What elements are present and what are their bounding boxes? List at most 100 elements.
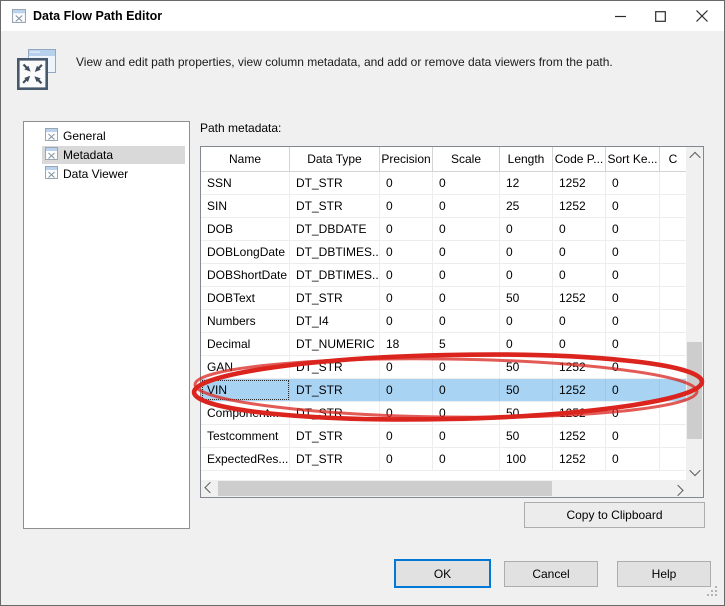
cell: 0 (380, 241, 433, 263)
cell: 0 (500, 310, 553, 332)
cell (660, 172, 686, 194)
column-header-name[interactable]: Name (201, 147, 290, 171)
cell: DT_NUMERIC (290, 333, 380, 355)
cell (660, 379, 686, 401)
cell: GAN (201, 356, 290, 378)
table-row[interactable]: SINDT_STR002512520 (201, 195, 686, 218)
column-header-data-type[interactable]: Data Type (290, 147, 380, 171)
copy-to-clipboard-button[interactable]: Copy to Clipboard (524, 502, 705, 528)
dialog-description: View and edit path properties, view colu… (76, 55, 706, 69)
metadata-grid: NameData TypePrecisionScaleLengthCode P.… (200, 146, 704, 498)
cell: DT_STR (290, 287, 380, 309)
scroll-up-icon[interactable] (686, 147, 703, 164)
cell (660, 310, 686, 332)
table-row[interactable]: DOBTextDT_STR005012520 (201, 287, 686, 310)
column-header-sort-ke[interactable]: Sort Ke... (606, 147, 660, 171)
cell (660, 448, 686, 470)
column-header-precision[interactable]: Precision (380, 147, 433, 171)
cell: DT_STR (290, 379, 380, 401)
cell (660, 356, 686, 378)
path-editor-icon (12, 9, 26, 26)
cell: Component... (201, 402, 290, 424)
cell: 0 (606, 218, 660, 240)
vertical-scrollbar[interactable] (686, 147, 703, 480)
table-row[interactable]: TestcommentDT_STR005012520 (201, 425, 686, 448)
table-row[interactable]: Component...DT_STR005012520 (201, 402, 686, 425)
resize-grip[interactable] (706, 585, 718, 600)
help-button[interactable]: Help (617, 561, 711, 587)
cell: DT_STR (290, 448, 380, 470)
cell: 0 (380, 218, 433, 240)
path-editor-large-icon (15, 47, 59, 96)
cell (660, 264, 686, 286)
cell: 0 (606, 310, 660, 332)
cell: 0 (606, 356, 660, 378)
cell: DT_DBTIMES... (290, 241, 380, 263)
cell: 50 (500, 287, 553, 309)
cell: DOBLongDate (201, 241, 290, 263)
cell: 0 (433, 172, 500, 194)
scroll-left-icon[interactable] (201, 480, 218, 497)
cell: DT_DBDATE (290, 218, 380, 240)
cell: 0 (500, 333, 553, 355)
sidebar-item-data-viewer[interactable]: Data Viewer (42, 165, 185, 183)
column-header-scale[interactable]: Scale (433, 147, 500, 171)
cell: DOBShortDate (201, 264, 290, 286)
cell: 0 (606, 287, 660, 309)
ok-button[interactable]: OK (394, 559, 491, 588)
cell: 0 (500, 264, 553, 286)
table-row[interactable]: DecimalDT_NUMERIC185000 (201, 333, 686, 356)
cell (660, 241, 686, 263)
cell: 0 (433, 402, 500, 424)
maximize-icon[interactable] (640, 1, 680, 31)
table-row[interactable]: DOBDT_DBDATE00000 (201, 218, 686, 241)
table-row[interactable]: VINDT_STR005012520 (201, 379, 686, 402)
horizontal-scrollbar[interactable] (201, 480, 686, 497)
cell: 1252 (553, 287, 606, 309)
window-title: Data Flow Path Editor (33, 1, 162, 31)
column-header-length[interactable]: Length (500, 147, 553, 171)
cell: 0 (606, 172, 660, 194)
cell: 0 (380, 402, 433, 424)
cell: 1252 (553, 195, 606, 217)
table-row[interactable]: SSNDT_STR001212520 (201, 172, 686, 195)
cell: 0 (606, 379, 660, 401)
cell: 0 (433, 310, 500, 332)
cell: 0 (433, 195, 500, 217)
table-row[interactable]: NumbersDT_I400000 (201, 310, 686, 333)
sidebar-item-metadata[interactable]: Metadata (42, 146, 185, 164)
horizontal-scrollbar-thumb[interactable] (218, 481, 552, 496)
cell: 0 (380, 356, 433, 378)
cell: 0 (433, 264, 500, 286)
cell: 1252 (553, 425, 606, 447)
table-row[interactable]: DOBLongDateDT_DBTIMES...00000 (201, 241, 686, 264)
cell: 5 (433, 333, 500, 355)
cell: DT_STR (290, 402, 380, 424)
table-row[interactable]: DOBShortDateDT_DBTIMES...00000 (201, 264, 686, 287)
cell: VIN (201, 379, 290, 401)
cell: 0 (433, 448, 500, 470)
cell: 0 (606, 264, 660, 286)
cell: 0 (606, 241, 660, 263)
title-bar: Data Flow Path Editor (1, 1, 724, 31)
cell: 1252 (553, 172, 606, 194)
minimize-icon[interactable] (600, 1, 640, 31)
cell: ExpectedRes... (201, 448, 290, 470)
cell: 1252 (553, 448, 606, 470)
cancel-button[interactable]: Cancel (504, 561, 598, 587)
cell: 0 (553, 333, 606, 355)
cell: 50 (500, 402, 553, 424)
table-row[interactable]: GANDT_STR005012520 (201, 356, 686, 379)
cell: 0 (433, 218, 500, 240)
cell: 100 (500, 448, 553, 470)
column-header-code-p[interactable]: Code P... (553, 147, 606, 171)
column-header-c[interactable]: C (660, 147, 686, 171)
vertical-scrollbar-thumb[interactable] (687, 342, 702, 439)
close-icon[interactable] (682, 1, 722, 31)
scroll-right-icon[interactable] (669, 480, 686, 497)
table-row[interactable]: ExpectedRes...DT_STR0010012520 (201, 448, 686, 471)
sidebar-item-general[interactable]: General (42, 127, 185, 145)
cell (660, 333, 686, 355)
cell: Decimal (201, 333, 290, 355)
scroll-down-icon[interactable] (686, 463, 703, 480)
